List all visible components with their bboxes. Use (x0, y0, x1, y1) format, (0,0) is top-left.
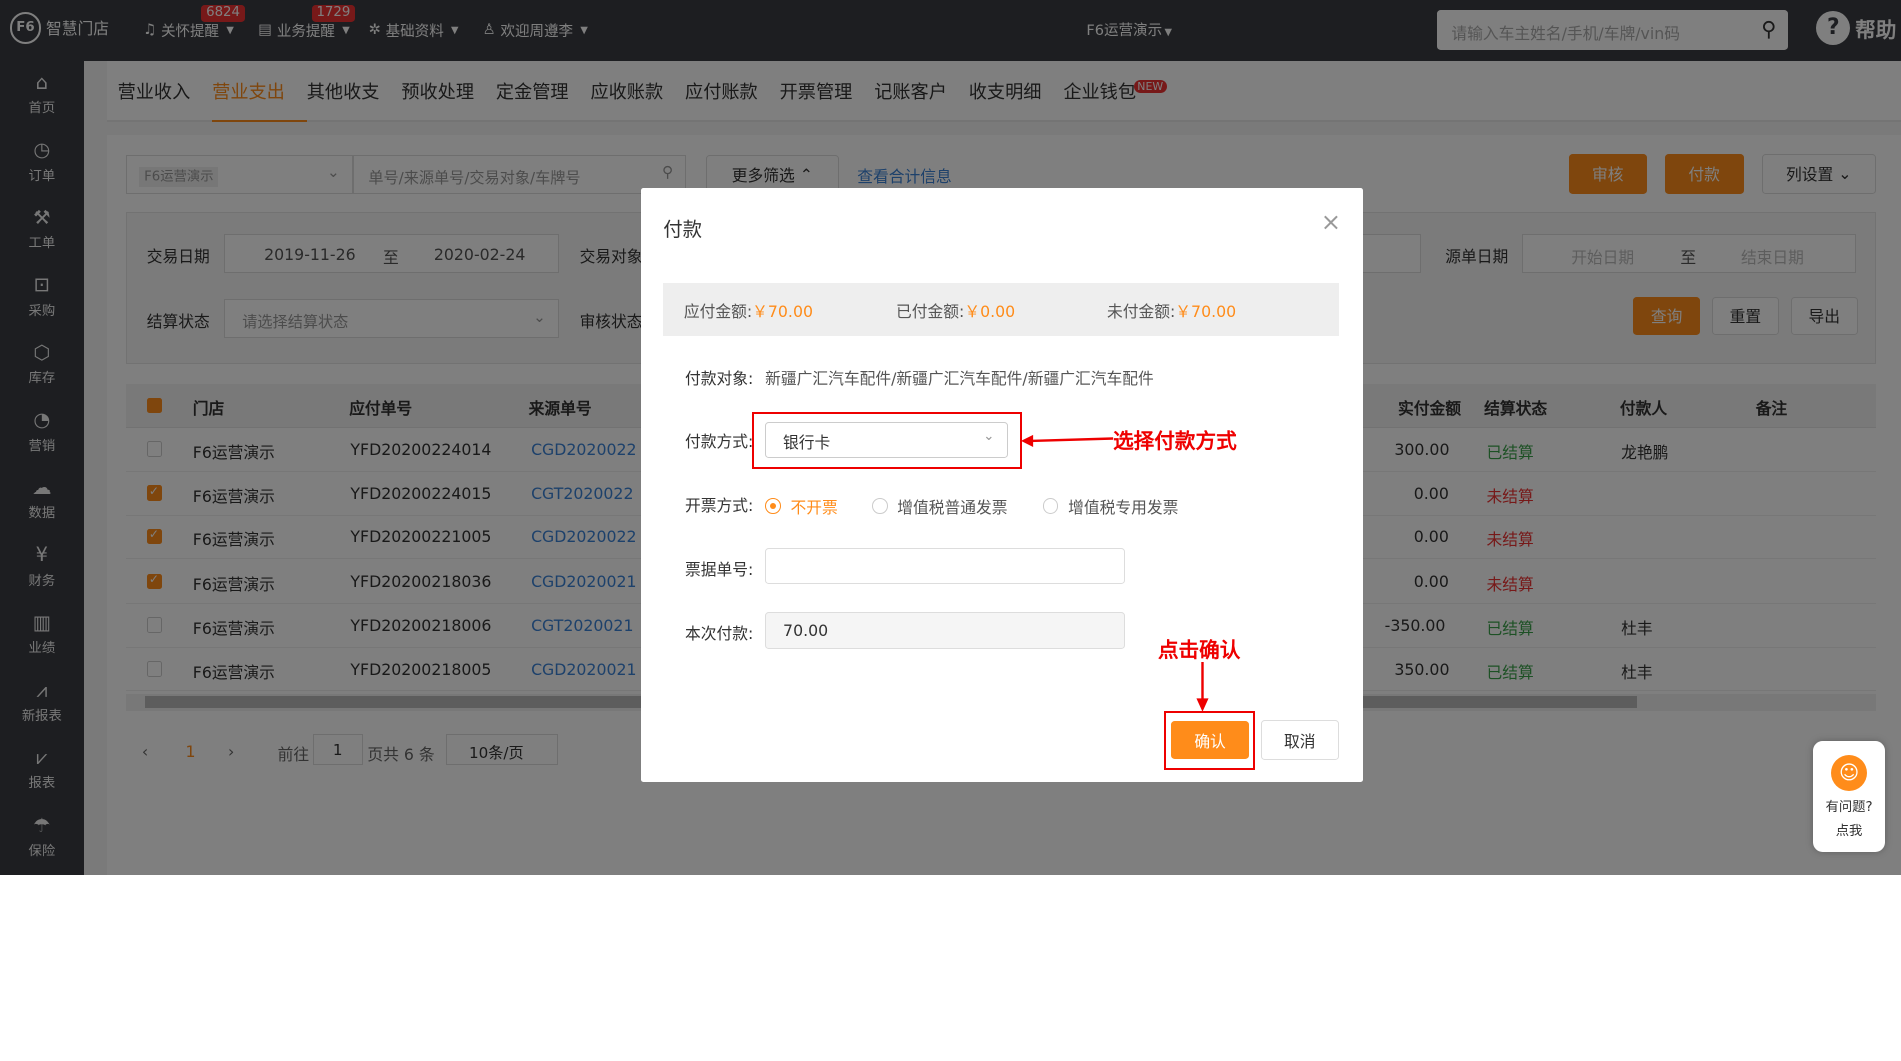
receipt-no-label: 票据单号: (685, 559, 754, 579)
dialog-title: 付款 (663, 218, 702, 242)
invoice-special-radio[interactable]: 增值税专用发票 (1042, 495, 1179, 518)
help-widget-line2: 点我 (1835, 823, 1863, 839)
pay-target-label: 付款对象: (685, 369, 754, 389)
pay-method-label: 付款方式: (685, 432, 754, 452)
annotation-select-method: 选择付款方式 (1113, 429, 1237, 454)
unpaid-label: 未付金额: (1106, 302, 1176, 322)
app-canvas: F6 智慧门店 ♫ 关怀提醒▼ 6824 ▤ 业务提醒▼ 1729 ✲ 基础资料… (0, 0, 1901, 876)
invoice-none-radio[interactable]: 不开票 (765, 495, 838, 518)
amount-summary: 应付金额:￥70.00 已付金额:￥0.00 未付金额:￥70.00 (663, 282, 1339, 336)
arrow-to-confirm (1196, 662, 1209, 712)
invoice-normal-radio[interactable]: 增值税普通发票 (871, 495, 1008, 518)
payable-label: 应付金额: (683, 302, 753, 322)
payable-value: ￥70.00 (752, 302, 813, 322)
pay-amount-label: 本次付款: (685, 623, 754, 643)
pay-amount-input[interactable]: 70.00 (765, 612, 1126, 649)
radio-dot (1042, 498, 1059, 515)
radio-label: 增值税普通发票 (897, 497, 1008, 517)
radio-label: 增值税专用发票 (1068, 497, 1179, 517)
paid-amount: 已付金额:￥0.00 (896, 299, 1015, 322)
cancel-button[interactable]: 取消 (1260, 720, 1339, 761)
radio-dot (871, 498, 888, 515)
payment-dialog: 付款 × 应付金额:￥70.00 已付金额:￥0.00 未付金额:￥70.00 … (641, 187, 1363, 783)
invoice-type-label: 开票方式: (685, 496, 754, 516)
support-avatar-icon: ☺ (1830, 754, 1868, 791)
close-icon[interactable]: × (1321, 207, 1341, 236)
help-widget-line1: 有问题? (1825, 799, 1873, 815)
annotation-click-confirm: 点击确认 (1157, 637, 1241, 662)
radio-label: 不开票 (790, 497, 838, 517)
arrow-to-pay-method (1020, 435, 1114, 448)
paid-value: ￥0.00 (964, 302, 1016, 322)
highlight-confirm (1164, 710, 1255, 770)
payable-amount: 应付金额:￥70.00 (684, 299, 813, 322)
highlight-pay-method (751, 412, 1023, 470)
unpaid-amount: 未付金额:￥70.00 (1107, 299, 1236, 322)
receipt-no-input[interactable] (765, 548, 1126, 585)
help-widget[interactable]: ☺ 有问题? 点我 (1812, 740, 1886, 853)
pay-target-value: 新疆广汇汽车配件/新疆广汇汽车配件/新疆广汇汽车配件 (765, 369, 1154, 389)
unpaid-value: ￥70.00 (1175, 302, 1237, 322)
paid-label: 已付金额: (896, 302, 965, 322)
radio-dot (765, 498, 781, 515)
